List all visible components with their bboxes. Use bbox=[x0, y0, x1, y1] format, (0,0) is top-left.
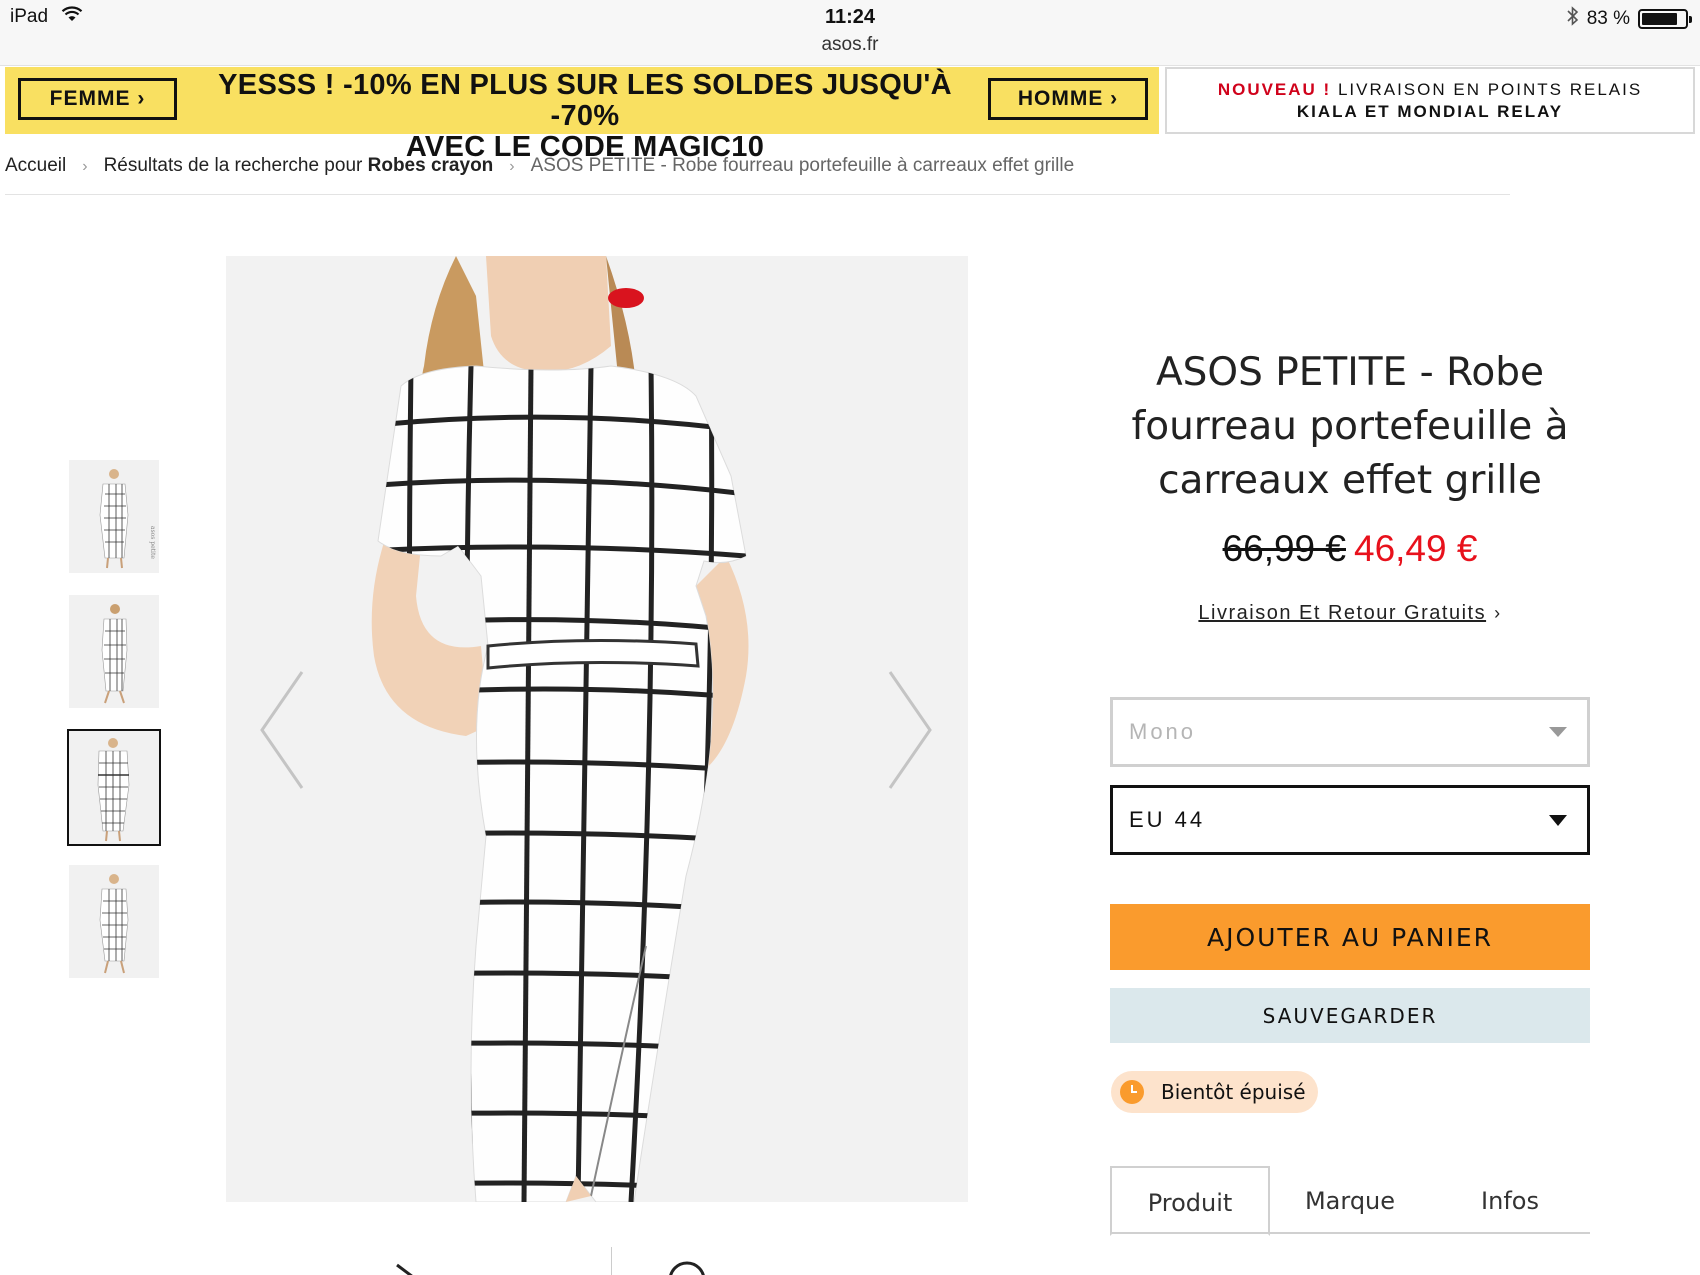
gallery-next-arrow[interactable] bbox=[884, 668, 934, 792]
price-new: 46,49 € bbox=[1354, 528, 1478, 569]
chevron-left-icon bbox=[260, 671, 304, 789]
thumbnail-image bbox=[69, 731, 159, 844]
product-title-line: fourreau portefeuille à bbox=[1131, 404, 1569, 449]
chevron-right-icon: › bbox=[1494, 603, 1502, 623]
price-old: 66,99 € bbox=[1222, 528, 1346, 569]
status-time: 11:24 bbox=[824, 6, 876, 28]
clock-icon bbox=[1120, 1080, 1144, 1104]
battery-icon bbox=[1638, 9, 1692, 29]
tab-marque[interactable]: Marque bbox=[1270, 1166, 1430, 1232]
play-icon bbox=[396, 1263, 413, 1275]
size-select[interactable]: EU 44 bbox=[1110, 785, 1590, 855]
breadcrumb-search-term: Robes crayon bbox=[367, 155, 494, 176]
thumbnail-1[interactable]: asos petite bbox=[69, 460, 159, 573]
tab-produit[interactable]: Produit bbox=[1110, 1166, 1270, 1236]
gallery-prev-arrow[interactable] bbox=[258, 668, 308, 792]
breadcrumb-separator: › bbox=[509, 158, 515, 175]
thumbnail-image bbox=[69, 865, 159, 978]
promo-text: YESSS ! -10% EN PLUS SUR LES SOLDES JUSQ… bbox=[190, 70, 980, 163]
product-price: 66,99 €46,49 € bbox=[1110, 528, 1590, 570]
bluetooth-icon bbox=[1567, 6, 1579, 32]
breadcrumb-home[interactable]: Accueil bbox=[5, 155, 66, 194]
catwalk-icon bbox=[669, 1261, 705, 1275]
breadcrumb-current: ASOS PETITE - Robe fourreau portefeuille… bbox=[530, 155, 1075, 176]
divider bbox=[611, 1247, 612, 1275]
size-select-value: EU 44 bbox=[1129, 807, 1206, 832]
free-shipping-link[interactable]: Livraison Et Retour Gratuits bbox=[1198, 602, 1486, 624]
breadcrumb: Accueil › Résultats de la recherche pour… bbox=[5, 155, 1510, 195]
add-to-cart-button[interactable]: AJOUTER AU PANIER bbox=[1110, 904, 1590, 970]
color-select-value: Mono bbox=[1129, 719, 1197, 744]
product-title-line: carreaux effet grille bbox=[1158, 458, 1542, 503]
thumbnail-image bbox=[69, 595, 159, 708]
status-bar: iPad 11:24 asos.fr 83 % bbox=[0, 0, 1700, 66]
relay-delivery-banner[interactable]: NOUVEAU ! LIVRAISON EN POINTS RELAIS KIA… bbox=[1165, 67, 1695, 134]
thumbnail-3-selected[interactable] bbox=[67, 729, 161, 846]
product-title: ASOS PETITE - Robe fourreau portefeuille… bbox=[1110, 346, 1590, 508]
main-product-image bbox=[226, 256, 968, 1202]
chevron-right-icon bbox=[888, 671, 932, 789]
tab-infos[interactable]: Infos bbox=[1430, 1166, 1590, 1232]
thumb-watermark: asos petite bbox=[149, 526, 156, 559]
promo-banner: FEMME › YESSS ! -10% EN PLUS SUR LES SOL… bbox=[5, 67, 1159, 163]
femme-button[interactable]: FEMME › bbox=[18, 78, 177, 120]
save-button[interactable]: SAUVEGARDER bbox=[1110, 988, 1590, 1043]
color-select[interactable]: Mono bbox=[1110, 697, 1590, 767]
relay-line-2: KIALA ET MONDIAL RELAY bbox=[1296, 102, 1564, 121]
product-info-tabs: Produit Marque Infos bbox=[1110, 1166, 1590, 1236]
breadcrumb-search[interactable]: Résultats de la recherche pour Robes cra… bbox=[104, 155, 494, 194]
low-stock-label: Bientôt épuisé bbox=[1161, 1080, 1306, 1104]
address-bar-url[interactable]: asos.fr bbox=[0, 34, 1700, 56]
promo-line-1: YESSS ! -10% EN PLUS SUR LES SOLDES JUSQ… bbox=[218, 69, 952, 132]
relay-line-1-text: LIVRAISON EN POINTS RELAIS bbox=[1331, 80, 1643, 99]
thumbnail-2[interactable] bbox=[69, 595, 159, 708]
product-title-line: ASOS PETITE - Robe bbox=[1155, 350, 1545, 395]
bottom-cutoff-area bbox=[0, 1245, 1700, 1275]
chevron-down-icon bbox=[1549, 815, 1567, 826]
chevron-down-icon bbox=[1549, 727, 1567, 737]
battery-percent: 83 % bbox=[1586, 8, 1630, 29]
shipping-info: Livraison Et Retour Gratuits › bbox=[1110, 602, 1590, 625]
low-stock-badge: Bientôt épuisé bbox=[1111, 1071, 1318, 1113]
thumbnail-4[interactable] bbox=[69, 865, 159, 978]
thumbnail-image: asos petite bbox=[69, 460, 159, 573]
breadcrumb-separator: › bbox=[82, 158, 88, 175]
breadcrumb-search-prefix: Résultats de la recherche pour bbox=[103, 155, 368, 176]
status-right: 83 % bbox=[1567, 6, 1692, 32]
relay-line-1: NOUVEAU ! LIVRAISON EN POINTS RELAIS bbox=[1167, 79, 1693, 101]
homme-button[interactable]: HOMME › bbox=[988, 78, 1148, 120]
nouveau-label: NOUVEAU ! bbox=[1217, 80, 1332, 99]
